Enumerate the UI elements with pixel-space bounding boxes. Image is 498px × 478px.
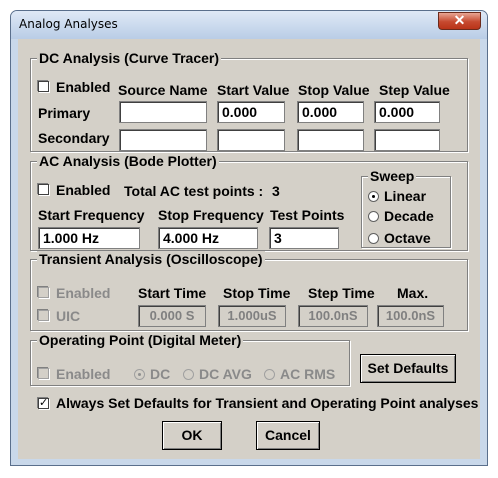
transient-step-time-header: Step Time [308, 285, 375, 301]
title-bar: Analog Analyses ✕ [11, 11, 487, 39]
ac-start-frequency-field[interactable]: 1.000 Hz [38, 227, 140, 249]
close-button[interactable]: ✕ [438, 12, 481, 30]
dc-primary-step-field[interactable]: 0.000 [374, 101, 440, 123]
dc-secondary-source-field[interactable] [119, 129, 207, 151]
checkmark-icon: ✓ [39, 397, 49, 409]
analog-analyses-window: Analog Analyses ✕ DC Analysis (Curve Tra… [10, 10, 488, 466]
dc-enabled-label: Enabled [56, 79, 111, 95]
op-ac-rms-radio[interactable] [264, 369, 275, 380]
radio-selected-dot [138, 373, 141, 376]
sweep-octave-label: Octave [384, 230, 431, 246]
ac-total-points-label: Total AC test points : [124, 183, 264, 199]
ac-enabled-checkbox[interactable] [38, 184, 49, 195]
dc-secondary-step-field[interactable] [374, 129, 440, 151]
transient-max-field[interactable]: 100.0nS [377, 305, 444, 327]
radio-selected-dot [372, 195, 375, 198]
sweep-decade-label: Decade [384, 208, 434, 224]
sweep-octave-radio[interactable] [368, 233, 379, 244]
dc-stop-value-header: Stop Value [298, 82, 370, 98]
ac-test-points-field[interactable]: 3 [269, 227, 339, 249]
dc-analysis-legend: DC Analysis (Curve Tracer) [37, 50, 221, 66]
transient-stop-time-header: Stop Time [223, 285, 291, 301]
op-dc-avg-radio[interactable] [183, 369, 194, 380]
transient-stop-time-field[interactable]: 1.000uS [218, 305, 286, 327]
dc-secondary-label: Secondary [38, 130, 110, 146]
dialog-client: DC Analysis (Curve Tracer) Enabled Sourc… [18, 39, 480, 459]
close-icon: ✕ [453, 12, 466, 28]
ac-stop-frequency-field[interactable]: 4.000 Hz [158, 227, 258, 249]
ac-analysis-legend: AC Analysis (Bode Plotter) [37, 153, 219, 169]
set-defaults-button[interactable]: Set Defaults [360, 354, 456, 383]
dc-source-name-header: Source Name [118, 82, 208, 98]
sweep-linear-label: Linear [384, 188, 427, 204]
transient-start-time-field[interactable]: 0.000 S [138, 305, 206, 327]
dc-step-value-header: Step Value [379, 82, 450, 98]
transient-uic-checkbox[interactable] [38, 310, 49, 321]
always-set-defaults-label: Always Set Defaults for Transient and Op… [56, 395, 479, 411]
op-dc-label: DC [150, 366, 171, 382]
dc-secondary-stop-field[interactable] [297, 129, 364, 151]
always-set-defaults-checkbox[interactable]: ✓ [38, 398, 49, 409]
op-enabled-checkbox[interactable] [38, 368, 49, 379]
op-dc-radio[interactable] [134, 369, 145, 380]
ok-button[interactable]: OK [162, 421, 222, 450]
dc-enabled-checkbox[interactable] [38, 81, 49, 92]
transient-start-time-header: Start Time [138, 285, 207, 301]
dc-start-value-header: Start Value [217, 82, 290, 98]
dc-primary-source-field[interactable] [119, 101, 207, 123]
dc-primary-label: Primary [38, 105, 91, 121]
cancel-button[interactable]: Cancel [256, 421, 320, 450]
operating-point-legend: Operating Point (Digital Meter) [37, 332, 244, 348]
sweep-linear-radio[interactable] [368, 191, 379, 202]
transient-enabled-checkbox[interactable] [38, 287, 49, 298]
transient-analysis-legend: Transient Analysis (Oscilloscope) [37, 251, 265, 267]
transient-enabled-label: Enabled [56, 285, 111, 301]
ac-start-frequency-label: Start Frequency [38, 207, 145, 223]
dc-secondary-start-field[interactable] [217, 129, 285, 151]
ac-enabled-label: Enabled [56, 182, 111, 198]
sweep-legend: Sweep [368, 168, 417, 184]
ac-stop-frequency-label: Stop Frequency [158, 207, 264, 223]
ac-total-points-value: 3 [272, 183, 280, 199]
op-enabled-label: Enabled [56, 366, 111, 382]
transient-uic-label: UIC [56, 308, 81, 324]
transient-step-time-field[interactable]: 100.0nS [298, 305, 368, 327]
dc-primary-stop-field[interactable]: 0.000 [297, 101, 364, 123]
ac-test-points-label: Test Points [270, 207, 345, 223]
dc-primary-start-field[interactable]: 0.000 [217, 101, 285, 123]
op-dc-avg-label: DC AVG [199, 366, 252, 382]
op-ac-rms-label: AC RMS [280, 366, 336, 382]
window-title: Analog Analyses [19, 17, 118, 31]
transient-max-header: Max. [397, 285, 429, 301]
sweep-decade-radio[interactable] [368, 211, 379, 222]
